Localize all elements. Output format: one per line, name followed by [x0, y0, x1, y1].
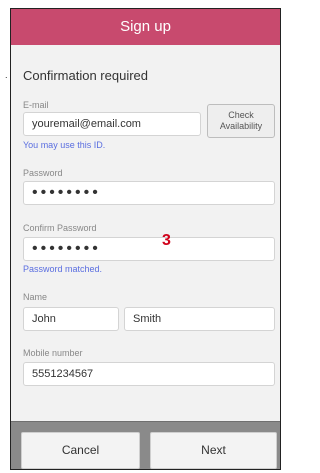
header-bar: Sign up [11, 9, 280, 45]
password-label: Password [23, 168, 63, 178]
page-title: Sign up [120, 18, 171, 35]
mobile-field[interactable]: 5551234567 [23, 362, 275, 386]
first-name-field[interactable]: John [23, 307, 119, 331]
phone-screen: Sign up Confirmation required E-mail you… [10, 8, 281, 470]
mobile-label: Mobile number [23, 348, 83, 358]
email-field[interactable]: youremail@email.com [23, 112, 201, 136]
external-pointer-marker: . [5, 70, 8, 80]
footer-bar: Cancel Next [11, 421, 280, 469]
check-availability-label: Check Availability [219, 110, 263, 131]
email-label: E-mail [23, 100, 49, 110]
check-availability-button[interactable]: Check Availability [207, 104, 275, 138]
section-title: Confirmation required [23, 68, 149, 83]
cancel-button[interactable]: Cancel [21, 432, 140, 469]
next-button[interactable]: Next [150, 432, 277, 469]
email-hint: You may use this ID. [23, 140, 106, 150]
step-annotation: 3 [162, 232, 171, 249]
name-label: Name [23, 292, 48, 302]
password-match-hint: Password matched. [23, 264, 103, 274]
confirm-password-field[interactable]: •••••••• [23, 237, 275, 261]
confirm-password-label: Confirm Password [23, 223, 97, 233]
last-name-field[interactable]: Smith [124, 307, 275, 331]
password-field[interactable]: •••••••• [23, 181, 275, 205]
